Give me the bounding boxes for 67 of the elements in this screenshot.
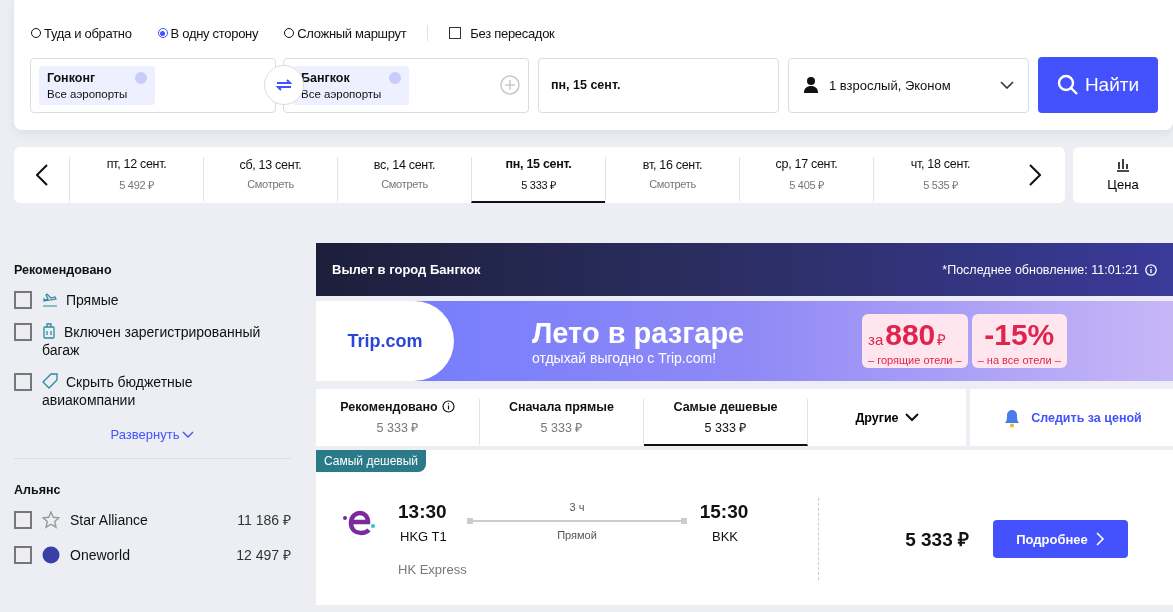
chevron-right-icon bbox=[1028, 164, 1041, 186]
banner-logo: Trip.com bbox=[316, 301, 454, 381]
airline-name: HK Express bbox=[398, 562, 468, 577]
passengers-dropdown[interactable]: 1 взрослый, Эконом bbox=[788, 57, 1029, 113]
cheapest-badge: Самый дешевый bbox=[316, 450, 427, 472]
chevron-down-icon bbox=[1000, 81, 1014, 89]
track-price-button[interactable]: Следить за ценой bbox=[970, 389, 1173, 446]
flight-card[interactable]: Самый дешевый 13:30 HKG T1 3 ч Прямой 15:30 BKK HK Express 5 333 ₽ Подробнее bbox=[316, 450, 1173, 605]
arrival-time: 15:30 bbox=[699, 501, 749, 523]
sort-tab[interactable]: Рекомендовано 5 333 ₽ bbox=[316, 399, 480, 446]
trip-type-radio[interactable]: Сложный маршрут bbox=[284, 25, 407, 41]
hotel-offer-card: за880₽ – горящие отели – bbox=[862, 314, 968, 368]
date-tab[interactable]: пт, 12 сент. 5 492 ₽ bbox=[69, 157, 203, 203]
trip-type-radio[interactable]: В одну сторону bbox=[157, 25, 259, 41]
filter-option[interactable]: Скрыть бюджетные авиакомпании bbox=[14, 373, 291, 409]
chevron-down-icon bbox=[904, 413, 919, 422]
info-icon[interactable] bbox=[441, 400, 455, 413]
destination-field[interactable]: Бангкок Все аэропорты bbox=[283, 57, 529, 113]
trip-type-radio[interactable]: Туда и обратно bbox=[31, 25, 132, 41]
suitcase-icon bbox=[42, 323, 56, 339]
date-tab[interactable]: чт, 18 сент. 5 535 ₽ bbox=[873, 157, 1007, 203]
search-icon bbox=[1056, 74, 1079, 96]
chevron-down-icon bbox=[182, 430, 195, 439]
stops-label: Прямой bbox=[557, 529, 597, 541]
other-sort-dropdown[interactable]: Другие bbox=[808, 389, 966, 446]
sort-tab[interactable]: Сначала прямые 5 333 ₽ bbox=[480, 399, 644, 446]
date-tab[interactable]: ср, 17 сент. 5 405 ₽ bbox=[739, 157, 873, 203]
chevron-right-icon bbox=[1095, 532, 1105, 546]
plane-icon bbox=[42, 293, 58, 307]
date-tab[interactable]: пн, 15 сент. 5 333 ₽ bbox=[471, 157, 605, 203]
person-icon bbox=[803, 76, 819, 94]
clear-icon[interactable] bbox=[135, 71, 148, 84]
banner-headline: Лето в разгаре bbox=[532, 316, 746, 350]
chevron-left-icon bbox=[35, 164, 48, 186]
date-field[interactable]: пн, 15 сент. bbox=[538, 57, 779, 113]
price-chart-button[interactable]: Цена bbox=[1073, 147, 1173, 203]
filter-heading: Рекомендовано bbox=[14, 263, 113, 277]
origin-field[interactable]: Гонконг Все аэропорты bbox=[30, 57, 276, 113]
sort-tab[interactable]: Самые дешевые 5 333 ₽ bbox=[644, 399, 808, 446]
date-tab[interactable]: сб, 13 сент. Смотреть bbox=[203, 157, 337, 203]
date-tab[interactable]: вс, 14 сент. Смотреть bbox=[337, 157, 471, 203]
clear-icon[interactable] bbox=[389, 71, 402, 84]
departure-time: 13:30 bbox=[398, 501, 448, 523]
results-title: Вылет в город Бангкок bbox=[332, 262, 482, 277]
swap-icon bbox=[275, 77, 293, 93]
filter-heading: Альянс bbox=[14, 483, 62, 497]
star-icon bbox=[42, 511, 60, 529]
alliance-option[interactable]: Oneworld 12 497 ₽ bbox=[14, 546, 291, 564]
expand-link[interactable]: Развернуть bbox=[14, 427, 291, 442]
arrival-airport: BKK bbox=[711, 529, 738, 544]
details-button[interactable]: Подробнее bbox=[993, 520, 1128, 558]
search-button[interactable]: Найти bbox=[1038, 57, 1158, 113]
discount-card: -15% – на все отели – bbox=[971, 314, 1067, 368]
nonstop-checkbox[interactable]: Без пересадок bbox=[449, 25, 555, 41]
departure-airport: HKG T1 bbox=[399, 529, 448, 544]
add-icon[interactable] bbox=[500, 75, 520, 95]
last-update-text: *Последнее обновление: 11:01:21 bbox=[942, 262, 1139, 277]
date-tab[interactable]: вт, 16 сент. Смотреть bbox=[605, 157, 739, 203]
filter-option[interactable]: Прямые bbox=[14, 291, 291, 309]
bar-chart-icon bbox=[1116, 158, 1130, 172]
flight-price: 5 333 ₽ bbox=[904, 528, 969, 552]
alliance-option[interactable]: Star Alliance 11 186 ₽ bbox=[14, 511, 291, 529]
promo-banner[interactable]: Trip.com Лето в разгаре отдыхай выгодно с Trip.com! за880₽ – горящие отели – -15% – на все отели – bbox=[316, 301, 1173, 381]
tag-icon bbox=[42, 373, 58, 389]
flight-duration: 3 ч bbox=[569, 501, 585, 513]
banner-subline: отдыхай выгодно с Trip.com! bbox=[532, 349, 718, 366]
filter-option[interactable]: Включен зарегистрированный багаж bbox=[14, 323, 291, 359]
